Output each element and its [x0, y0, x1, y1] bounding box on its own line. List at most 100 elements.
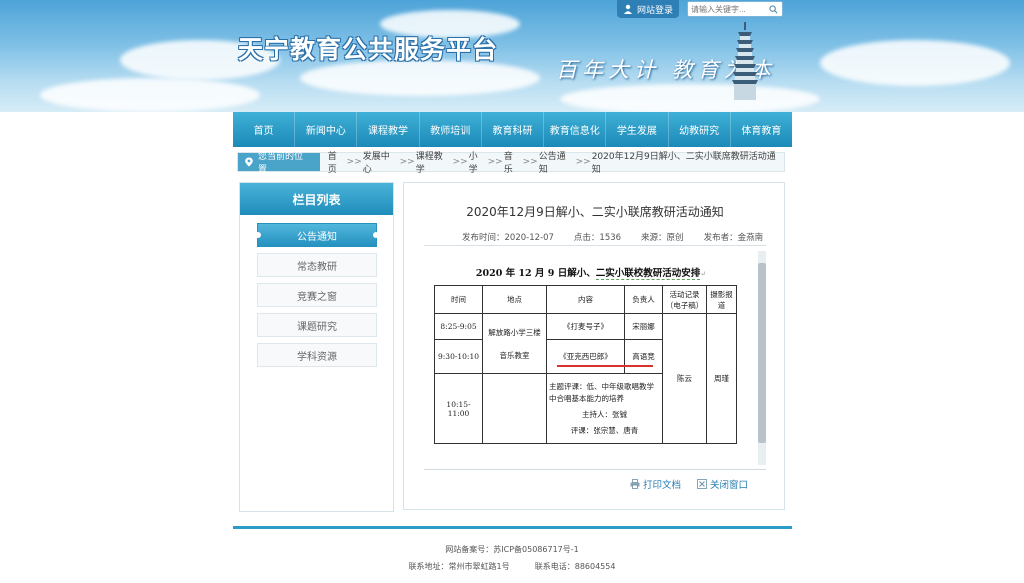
printer-icon: [630, 479, 640, 489]
article-publisher: 发布者：金燕南: [703, 233, 764, 243]
breadcrumb-separator: >>: [522, 157, 538, 167]
table-cell: 高语竞: [624, 339, 663, 374]
site-footer: 网站备案号：苏ICP备05086717号-1 联系地址：常州市翠虹路1号 联系电…: [0, 541, 1024, 575]
breadcrumb-label: 您当前的位置: [257, 152, 303, 175]
close-window-label: 关闭窗口: [709, 480, 748, 491]
login-button[interactable]: 网站登录: [617, 0, 680, 18]
document-heading-underlined: 二实小联校教研活动安排: [595, 268, 701, 280]
cloud-decoration: [560, 84, 820, 112]
nav-item-sports[interactable]: 体育教育: [731, 112, 792, 147]
red-underline: [557, 365, 653, 367]
table-header: 活动记录（电子稿）: [662, 285, 707, 314]
article-title: 2020年12月9日解小、二实小联席教研活动通知: [466, 205, 724, 219]
breadcrumb-current: 2020年12月9日解小、二实小联席教研活动通知: [591, 152, 776, 175]
review-topic: 主题评课：低、中年级歌唱教学中合唱基本能力的培养: [549, 381, 654, 403]
contact-address: 联系地址：常州市翠虹路1号: [408, 562, 510, 571]
table-header: 摄影报道: [706, 285, 737, 314]
article-meta: 发布时间：2020-12-07 点击：1536 来源：原创 发布者：金燕南: [462, 231, 763, 243]
nav-item-research[interactable]: 教育科研: [482, 112, 545, 147]
pagoda-icon: [732, 22, 758, 100]
table-cell: 8:25-9:05: [434, 313, 483, 340]
article-source: 来源：原创: [641, 233, 684, 243]
document-heading-part: 2020 年 12 月 9 日解小、: [475, 268, 596, 279]
breadcrumb-separator: >>: [346, 157, 362, 167]
breadcrumb-link-curriculum[interactable]: 课程教学: [416, 149, 452, 175]
table-cell: 《打麦号子》: [546, 313, 625, 340]
review-judges: 评课：张宗慧、唐青: [570, 425, 639, 435]
table-header: 负责人: [624, 285, 663, 314]
login-label: 网站登录: [637, 5, 674, 16]
table-cell: 《亚克西巴郎》: [546, 339, 625, 374]
print-button[interactable]: 打印文档: [630, 477, 681, 491]
sidebar-item-topic-research[interactable]: 课题研究: [257, 313, 377, 337]
breadcrumb-separator: >>: [487, 157, 503, 167]
location-line: 解放路小学三楼: [488, 327, 541, 337]
table-cell: 9:30-10:10: [434, 339, 483, 374]
sidebar: 栏目列表 公告通知 常态教研 竞赛之窗 课题研究 学科资源: [239, 182, 394, 512]
breadcrumb-link-primary[interactable]: 小学: [469, 149, 487, 175]
search-box: [687, 1, 784, 17]
sidebar-item-notices[interactable]: 公告通知: [255, 223, 379, 247]
review-host: 主持人：张铖: [582, 409, 627, 419]
nav-item-student-development[interactable]: 学生发展: [606, 112, 669, 147]
contact-line: 联系地址：常州市翠虹路1号 联系电话：88604554: [0, 558, 1024, 575]
document-heading: 2020 年 12 月 9 日解小、二实小联校教研活动安排↵: [424, 265, 758, 280]
site-header: 天宁教育公共服务平台 百年大计 教育为本 网站登录: [0, 0, 1024, 112]
site-title: 天宁教育公共服务平台: [238, 35, 499, 64]
table-row: 8:25-9:05 解放路小学三楼 音乐教室 《打麦号子》 宋丽娜 陈云 周瑾: [434, 313, 737, 444]
search-icon[interactable]: [769, 4, 778, 14]
search-input[interactable]: [691, 4, 770, 14]
table-cell: [482, 373, 547, 444]
nav-item-informatization[interactable]: 教育信息化: [544, 112, 607, 147]
nav-item-teacher-training[interactable]: 教师培训: [420, 112, 482, 147]
click-count: 点击：1536: [573, 233, 622, 243]
print-label: 打印文档: [642, 480, 681, 491]
contact-phone: 联系电话：88604554: [534, 562, 616, 571]
close-window-icon: [697, 479, 707, 489]
nav-item-curriculum[interactable]: 课程教学: [357, 112, 420, 147]
location-pin-icon: [245, 157, 253, 167]
breadcrumb-link-notices[interactable]: 公告通知: [539, 149, 575, 175]
breadcrumb-label-box: 您当前的位置: [238, 152, 320, 175]
top-toolbar: 网站登录: [617, 0, 786, 18]
paragraph-mark: ↵: [700, 270, 707, 278]
footer-divider: [233, 526, 792, 529]
divider: [424, 245, 766, 246]
nav-item-home[interactable]: 首页: [233, 112, 296, 147]
table-cell: 周瑾: [706, 313, 737, 444]
location-line: 音乐教室: [499, 350, 530, 360]
table-cell: 解放路小学三楼 音乐教室: [482, 313, 547, 374]
table-header: 地点: [482, 285, 547, 314]
nav-item-preschool[interactable]: 幼教研究: [669, 112, 731, 147]
breadcrumb-separator: >>: [452, 157, 468, 167]
sidebar-heading: 栏目列表: [240, 183, 393, 215]
table-cell: 主题评课：低、中年级歌唱教学中合唱基本能力的培养 主持人：张铖 评课：张宗慧、唐…: [546, 373, 663, 444]
divider: [424, 469, 766, 470]
breadcrumb-link-development[interactable]: 发展中心: [363, 149, 399, 175]
cloud-decoration: [820, 40, 1010, 86]
main-nav: 首页 新闻中心 课程教学 教师培训 教育科研 教育信息化 学生发展 幼教研究 体…: [233, 112, 792, 147]
table-row: 时间 地点 内容 负责人 活动记录（电子稿） 摄影报道: [434, 285, 737, 314]
breadcrumb-separator: >>: [575, 157, 591, 167]
table-cell: 宋丽娜: [624, 313, 663, 340]
scrollbar-thumb[interactable]: [758, 263, 766, 443]
table-header: 内容: [546, 285, 625, 314]
nav-item-news[interactable]: 新闻中心: [295, 112, 358, 147]
breadcrumb: 您当前的位置 首页 >> 发展中心 >> 课程教学 >> 小学 >> 音乐 >>…: [237, 149, 785, 175]
sidebar-item-regular-research[interactable]: 常态教研: [257, 253, 377, 277]
breadcrumb-separator: >>: [399, 157, 415, 167]
article-panel: 2020年12月9日解小、二实小联席教研活动通知 发布时间：2020-12-07…: [403, 182, 785, 510]
breadcrumb-link-home[interactable]: 首页: [328, 149, 346, 175]
sidebar-item-resources[interactable]: 学科资源: [257, 343, 377, 367]
close-window-button[interactable]: 关闭窗口: [697, 477, 748, 491]
document-scrollbar[interactable]: [758, 251, 766, 465]
icp-record: 网站备案号：苏ICP备05086717号-1: [445, 545, 579, 554]
user-icon: [624, 4, 632, 14]
cloud-decoration: [40, 78, 260, 112]
publish-time: 发布时间：2020-12-07: [462, 233, 554, 243]
article-actions: 打印文档 关闭窗口: [630, 477, 748, 491]
breadcrumb-link-music[interactable]: 音乐: [504, 149, 522, 175]
document-embed[interactable]: 2020 年 12 月 9 日解小、二实小联校教研活动安排↵ 时间 地点 内容 …: [424, 251, 766, 465]
table-cell: 10:15-11:00: [434, 373, 483, 444]
sidebar-item-competitions[interactable]: 竞赛之窗: [257, 283, 377, 307]
